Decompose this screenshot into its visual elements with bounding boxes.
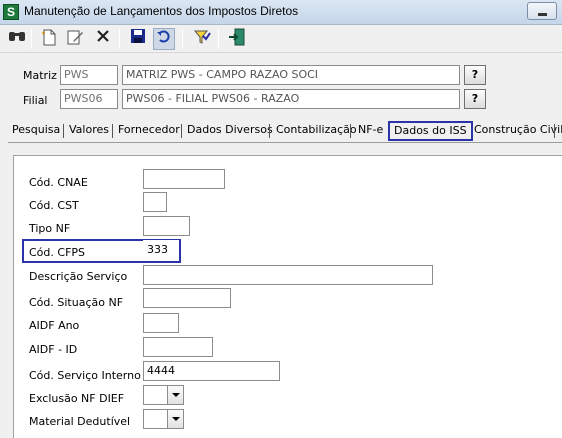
descricao-servico-label: Descrição Serviço — [29, 270, 128, 283]
aidf-id-label: AIDF - ID — [29, 343, 78, 356]
tab-nfe[interactable]: NF-e — [354, 120, 387, 142]
tab-divider — [8, 142, 562, 143]
situacao-nf-label: Cód. Situação NF — [29, 296, 124, 309]
descricao-servico-input[interactable] — [143, 265, 433, 285]
tipo-nf-label: Tipo NF — [29, 222, 71, 235]
chevron-down-icon[interactable] — [167, 386, 183, 404]
matriz-help-button[interactable]: ? — [464, 65, 486, 85]
tab-construcao-civil[interactable]: Construção Civil — [470, 120, 562, 142]
material-dedutivel-label: Material Dedutível — [29, 415, 131, 428]
edit-icon[interactable] — [64, 28, 86, 50]
exit-icon[interactable] — [226, 28, 248, 50]
situacao-nf-input[interactable] — [143, 288, 231, 308]
tab-dados-do-iss[interactable]: Dados do ISS — [388, 121, 473, 141]
cnae-input[interactable] — [143, 169, 225, 189]
tab-fornecedor[interactable]: Fornecedor — [114, 120, 184, 142]
cfps-input[interactable]: 333 — [143, 240, 179, 260]
cnae-label: Cód. CNAE — [29, 176, 88, 189]
minimize-icon — [538, 13, 547, 16]
filial-help-button[interactable]: ? — [464, 89, 486, 109]
exclusao-nf-dief-label: Exclusão NF DIEF — [29, 392, 125, 405]
aidf-ano-label: AIDF Ano — [29, 319, 80, 332]
cst-input[interactable] — [143, 192, 167, 212]
title-bar: S Manutenção de Lançamentos dos Impostos… — [0, 0, 562, 25]
aidf-id-input[interactable] — [143, 337, 213, 357]
minimize-button[interactable] — [527, 2, 557, 20]
delete-icon[interactable] — [92, 28, 114, 50]
tab-valores[interactable]: Valores — [65, 120, 113, 142]
filial-label: Filial — [23, 94, 48, 107]
servico-interno-input[interactable]: 4444 — [143, 361, 280, 381]
chevron-down-icon[interactable] — [167, 410, 183, 428]
tab-pesquisa[interactable]: Pesquisa — [8, 120, 64, 142]
new-document-icon[interactable] — [38, 28, 60, 50]
cfps-label: Cód. CFPS — [29, 246, 86, 259]
toolbar — [0, 25, 562, 53]
matriz-name-field[interactable]: MATRIZ PWS - CAMPO RAZAO SOCI — [122, 65, 460, 85]
matriz-label: Matriz — [23, 69, 57, 82]
filter-icon[interactable] — [191, 28, 213, 50]
filial-name-field[interactable]: PWS06 - FILIAL PWS06 - RAZAO — [122, 89, 460, 109]
matriz-code-field[interactable]: PWS — [60, 65, 118, 85]
tab-bar: Pesquisa Valores Fornecedor Dados Divers… — [8, 120, 562, 142]
material-dedutivel-select[interactable] — [143, 409, 184, 429]
tipo-nf-input[interactable] — [143, 216, 190, 236]
app-logo-icon: S — [3, 4, 19, 20]
cst-label: Cód. CST — [29, 199, 79, 212]
filial-code-field[interactable]: PWS06 — [60, 89, 118, 109]
undo-icon[interactable] — [153, 28, 175, 50]
aidf-ano-input[interactable] — [143, 313, 179, 333]
window-title: Manutenção de Lançamentos dos Impostos D… — [24, 4, 299, 18]
exclusao-nf-dief-select[interactable] — [143, 385, 184, 405]
tab-dados-diversos[interactable]: Dados Diversos — [183, 120, 277, 142]
save-icon[interactable] — [127, 28, 149, 50]
binoculars-icon[interactable] — [6, 28, 28, 50]
tab-contabilizacao[interactable]: Contabilização — [272, 120, 361, 142]
servico-interno-label: Cód. Serviço Interno — [29, 369, 141, 382]
